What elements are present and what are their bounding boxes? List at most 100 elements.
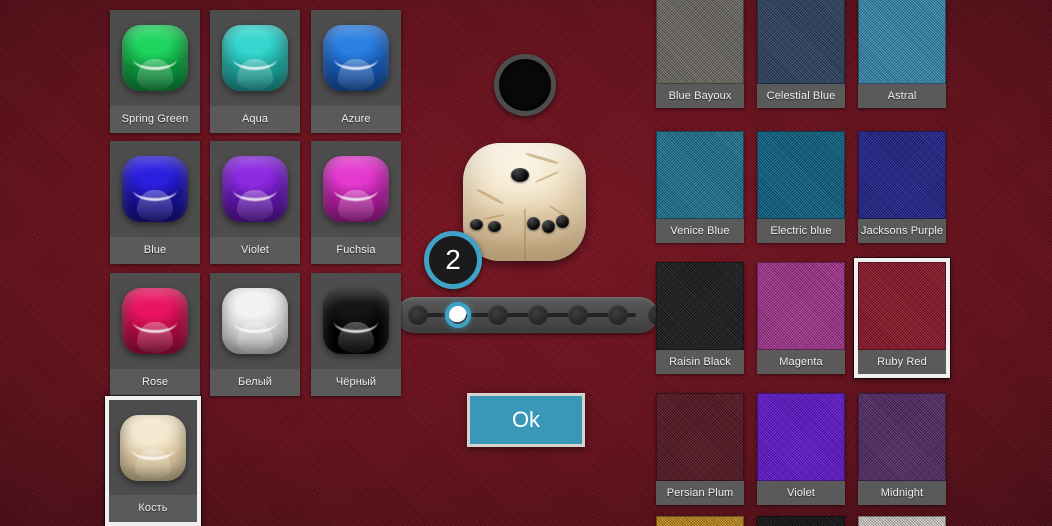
felt-color-tile[interactable]: Electric blue (757, 131, 845, 243)
felt-color-tile[interactable]: Midnight (858, 393, 946, 505)
felt-color-label: Jacksons Purple (858, 219, 946, 243)
dice-count-badge: 2 (424, 231, 482, 289)
felt-swatch (656, 0, 744, 84)
roll-dice-button[interactable] (494, 54, 556, 116)
felt-swatch (656, 393, 744, 481)
felt-swatch (757, 393, 845, 481)
dice-color-label: Fuchsia (311, 237, 401, 264)
die-pip (487, 220, 501, 232)
dice-settings-screen: 2 Ok Spring Green Aqua Azure Blue Violet Fuch… (0, 0, 1052, 526)
felt-swatch (656, 516, 744, 526)
die-glyph-icon (122, 288, 188, 354)
felt-color-tile[interactable]: Persian Plum (656, 393, 744, 505)
felt-swatch (757, 131, 845, 219)
die-crack (535, 170, 560, 184)
die-glyph-icon (323, 25, 389, 91)
felt-color-preview (656, 131, 744, 219)
felt-swatch (858, 131, 946, 219)
felt-color-preview (858, 516, 946, 526)
slider-step-dot[interactable] (608, 305, 628, 325)
dice-color-preview (311, 273, 401, 369)
felt-color-tile[interactable] (656, 516, 744, 526)
die-glyph-icon (122, 25, 188, 91)
dice-color-tile[interactable]: Rose (110, 273, 200, 396)
dice-color-preview (210, 273, 300, 369)
die-crack (524, 152, 559, 165)
dice-color-label: Rose (110, 369, 200, 396)
dice-count-slider[interactable] (396, 297, 668, 333)
slider-step-dot[interactable] (408, 305, 428, 325)
die-pip (510, 167, 529, 182)
felt-color-tile[interactable]: Blue Bayoux (656, 0, 744, 108)
felt-color-label: Blue Bayoux (656, 84, 744, 108)
dice-color-tile[interactable]: Белый (210, 273, 300, 396)
felt-color-tile[interactable]: Violet (757, 393, 845, 505)
dice-color-preview (210, 10, 300, 106)
dice-color-tile[interactable]: Violet (210, 141, 300, 264)
felt-color-tile[interactable]: Astral (858, 0, 946, 108)
felt-color-label: Electric blue (757, 219, 845, 243)
dice-color-preview (311, 141, 401, 237)
slider-step-dot[interactable] (528, 305, 548, 325)
die-pip (470, 218, 484, 230)
felt-color-label: Astral (858, 84, 946, 108)
felt-color-label: Raisin Black (656, 350, 744, 374)
ok-button-label: Ok (511, 407, 541, 432)
felt-swatch (858, 262, 946, 350)
slider-thumb[interactable] (445, 302, 471, 328)
felt-swatch (656, 262, 744, 350)
dice-color-tile[interactable]: Чёрный (311, 273, 401, 396)
die-glyph-icon (222, 156, 288, 222)
die-glyph-icon (222, 25, 288, 91)
die-preview[interactable] (463, 143, 586, 261)
dice-color-tile[interactable]: Azure (311, 10, 401, 133)
felt-color-tile[interactable]: Jacksons Purple (858, 131, 946, 243)
dice-color-preview (110, 273, 200, 369)
felt-color-label: Magenta (757, 350, 845, 374)
felt-color-preview (656, 393, 744, 481)
dice-color-tile[interactable]: Blue (110, 141, 200, 264)
felt-swatch (858, 516, 946, 526)
die-glyph-icon (323, 288, 389, 354)
ok-button[interactable]: Ok (467, 393, 585, 447)
felt-color-preview (757, 262, 845, 350)
dice-color-label: Azure (311, 106, 401, 133)
felt-color-tile[interactable]: Celestial Blue (757, 0, 845, 108)
felt-swatch (757, 516, 845, 526)
dice-color-preview (311, 10, 401, 106)
felt-color-tile[interactable]: Ruby Red (854, 258, 950, 378)
slider-step-dot[interactable] (488, 305, 508, 325)
felt-color-preview (757, 516, 845, 526)
felt-color-tile[interactable]: Venice Blue (656, 131, 744, 243)
felt-color-preview (656, 0, 744, 84)
slider-step-dot[interactable] (568, 305, 588, 325)
felt-color-tile[interactable] (757, 516, 845, 526)
felt-color-tile[interactable]: Raisin Black (656, 262, 744, 374)
felt-color-preview (858, 262, 946, 350)
dice-color-tile[interactable]: Fuchsia (311, 141, 401, 264)
felt-swatch (656, 131, 744, 219)
felt-color-preview (858, 0, 946, 84)
felt-swatch (858, 393, 946, 481)
dice-color-tile[interactable]: Aqua (210, 10, 300, 133)
dice-color-label: Spring Green (110, 106, 200, 133)
dice-color-preview (210, 141, 300, 237)
felt-color-tile[interactable] (858, 516, 946, 526)
felt-color-label: Midnight (858, 481, 946, 505)
felt-color-preview (656, 516, 744, 526)
felt-color-preview (858, 393, 946, 481)
dice-color-tile[interactable]: Spring Green (110, 10, 200, 133)
dice-color-preview (109, 400, 197, 495)
felt-color-label: Celestial Blue (757, 84, 845, 108)
die-glyph-icon (222, 288, 288, 354)
felt-color-tile[interactable]: Magenta (757, 262, 845, 374)
felt-swatch (757, 262, 845, 350)
dice-color-label: Blue (110, 237, 200, 264)
dice-color-tile[interactable]: Кость (105, 396, 201, 526)
dice-color-label: Кость (109, 495, 197, 522)
felt-color-label: Ruby Red (858, 350, 946, 374)
die-glyph-icon (120, 414, 186, 481)
felt-swatch (757, 0, 845, 84)
felt-color-label: Violet (757, 481, 845, 505)
dice-count-value: 2 (445, 244, 461, 275)
